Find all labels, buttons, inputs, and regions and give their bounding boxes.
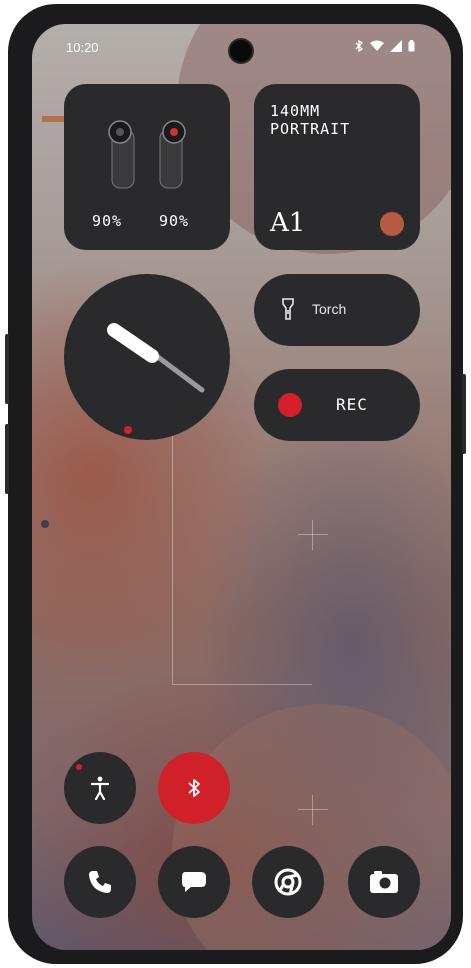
torch-toggle[interactable]: Torch [254, 274, 420, 346]
wallpaper-circle [172, 704, 451, 950]
recorder-widget[interactable]: REC [254, 369, 420, 441]
battery-icon [408, 40, 415, 52]
camera-widget-title: 140MM PORTRAIT [270, 102, 350, 138]
status-icons [354, 40, 415, 52]
wifi-icon [370, 40, 384, 51]
camera-mode-widget[interactable]: 140MM PORTRAIT A1 [254, 84, 420, 250]
camera-widget-label: A1 [270, 208, 306, 238]
earbuds-icon [108, 120, 186, 189]
dock-camera-app[interactable] [348, 846, 420, 918]
home-screen: 10:20 90% 90% 140MM PORTRAIT A1 Torch RE… [32, 24, 451, 950]
second-indicator [124, 426, 132, 434]
accessibility-icon [90, 776, 110, 800]
phone-icon [89, 871, 111, 893]
torch-label: Torch [312, 301, 347, 317]
bluetooth-status-icon [355, 40, 364, 52]
power-button [462, 374, 466, 454]
dock-messages-app[interactable] [158, 846, 230, 918]
right-earbud-battery: 90% [159, 212, 190, 230]
signal-icon [390, 40, 402, 52]
volume-down-button [5, 424, 9, 494]
minute-hand [151, 351, 205, 393]
messages-icon [182, 872, 206, 892]
wallpaper-crosshair [298, 534, 328, 535]
wallpaper-crosshair [312, 520, 313, 550]
camera-lens-label: 140MM [270, 102, 321, 120]
camera-icon [370, 871, 398, 893]
left-earbud-battery: 90% [92, 212, 123, 230]
volume-up-button [5, 334, 9, 404]
status-time: 10:20 [66, 40, 99, 55]
recorder-label: REC [336, 395, 368, 414]
torch-icon [282, 298, 294, 320]
bluetooth-icon [188, 779, 200, 797]
front-camera [230, 40, 252, 62]
phone-frame: 10:20 90% 90% 140MM PORTRAIT A1 Torch RE… [5, 4, 466, 964]
accessibility-button[interactable] [64, 752, 136, 824]
wallpaper-dot [41, 520, 49, 528]
analog-clock-widget[interactable] [64, 274, 230, 440]
dock-phone-app[interactable] [64, 846, 136, 918]
camera-mode-label: PORTRAIT [270, 120, 351, 138]
dock-chrome-app[interactable] [252, 846, 324, 918]
earbuds-battery-widget[interactable]: 90% 90% [64, 84, 230, 250]
hour-hand [107, 323, 159, 363]
chrome-icon [274, 868, 302, 896]
wallpaper-crosshair [298, 809, 328, 810]
notification-dot [76, 764, 82, 770]
record-icon [278, 393, 302, 417]
clock-face [107, 323, 205, 434]
camera-accent-dot [380, 212, 404, 236]
wallpaper-line [172, 684, 312, 685]
bluetooth-toggle-button[interactable] [158, 752, 230, 824]
wallpaper-crosshair [312, 795, 313, 825]
